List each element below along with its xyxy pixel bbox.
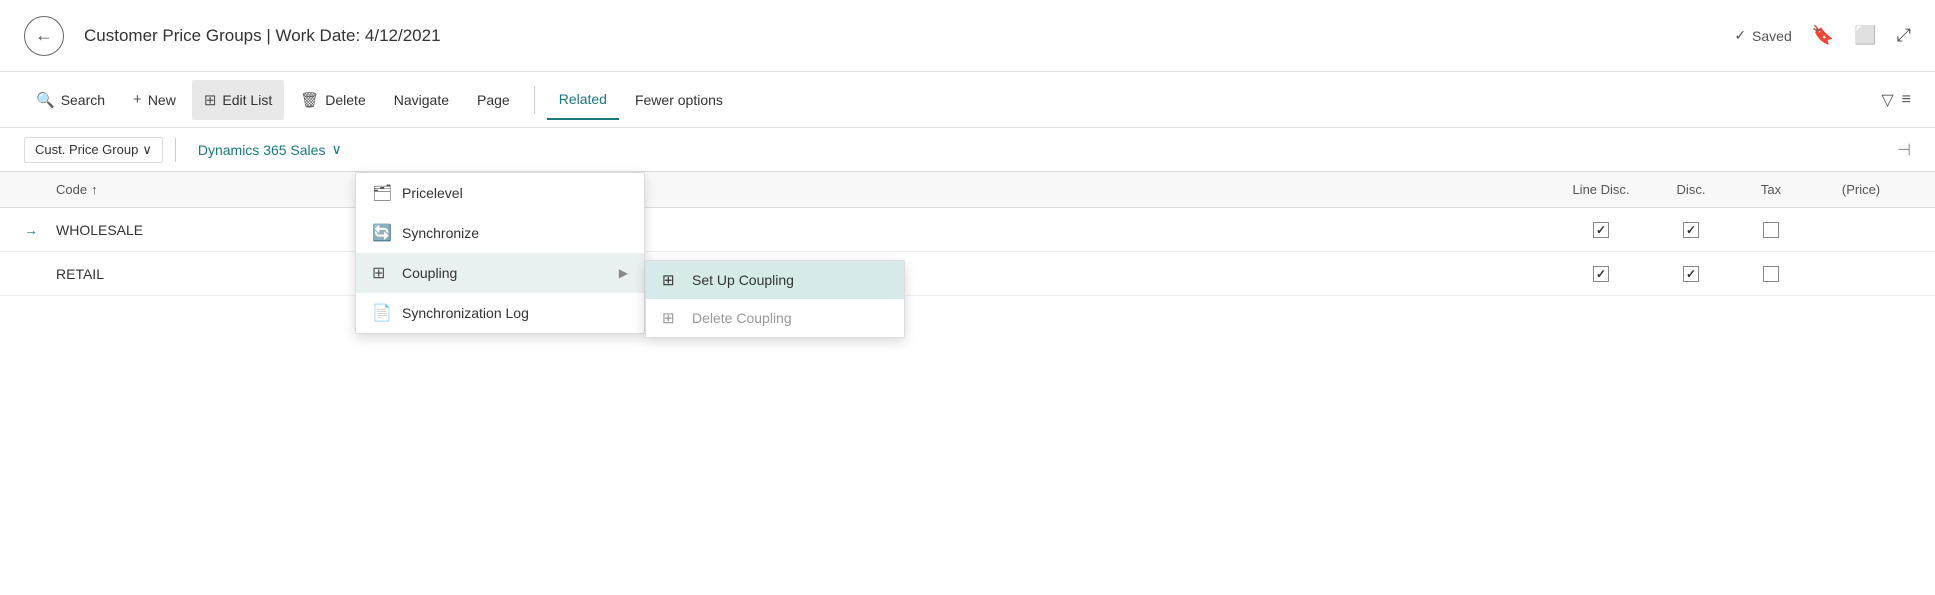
- row-code: WHOLESALE: [56, 222, 336, 238]
- pricelevel-icon: 🗂: [372, 183, 392, 203]
- back-button[interactable]: ←: [24, 16, 64, 56]
- th-code: Code ↑: [56, 182, 336, 197]
- trash-icon: 🗑: [300, 91, 319, 109]
- synchronize-label: Synchronize: [402, 225, 479, 241]
- saved-indicator: ✓ Saved: [1734, 27, 1791, 44]
- chevron-down-icon: ∨: [142, 142, 152, 158]
- th-line-disc: Line Disc.: [1551, 182, 1651, 197]
- dropdown-item-sync-log[interactable]: 📄 Synchronization Log: [356, 293, 644, 333]
- back-icon: ←: [35, 25, 53, 46]
- header-bar: ← Customer Price Groups | Work Date: 4/1…: [0, 0, 1935, 72]
- synchronize-icon: 🔄: [372, 223, 392, 243]
- dropdown-item-pricelevel[interactable]: 🗂 Pricelevel: [356, 173, 644, 213]
- cust-price-group-label: Cust. Price Group: [35, 142, 138, 157]
- check-icon: ✓: [1734, 27, 1746, 44]
- set-up-coupling-label: Set Up Coupling: [692, 272, 794, 288]
- th-tax: Tax: [1731, 182, 1811, 197]
- share-button[interactable]: ⬜: [1854, 25, 1876, 46]
- th-disc: Disc.: [1651, 182, 1731, 197]
- coupling-submenu: ⊞ Set Up Coupling ⊞ Delete Coupling: [645, 260, 905, 338]
- col-group-separator: [175, 138, 176, 162]
- coupling-submenu-chevron: ▶: [619, 266, 628, 280]
- submenu-item-set-up-coupling[interactable]: ⊞ Set Up Coupling: [646, 261, 904, 299]
- row-line-disc-cb[interactable]: [1551, 222, 1651, 238]
- th-price: (Price): [1811, 182, 1911, 197]
- code-header-label: Code: [56, 182, 87, 197]
- new-label: New: [148, 92, 176, 108]
- disc-checkbox-2[interactable]: [1683, 266, 1699, 282]
- bookmark-button[interactable]: 🔖: [1812, 25, 1834, 46]
- dynamics-365-sales-dropdown[interactable]: Dynamics 365 Sales ∨: [188, 137, 352, 162]
- page-title: Customer Price Groups | Work Date: 4/12/…: [84, 26, 1734, 46]
- set-up-coupling-icon: ⊞: [662, 271, 682, 289]
- related-label: Related: [559, 91, 607, 107]
- toolbar: 🔍 Search + New ⊞ Edit List 🗑 Delete Navi…: [0, 72, 1935, 128]
- table-row[interactable]: RETAIL: [0, 252, 1935, 296]
- table-row[interactable]: → WHOLESALE: [0, 208, 1935, 252]
- edit-list-button[interactable]: ⊞ Edit List: [192, 80, 284, 120]
- delete-coupling-label: Delete Coupling: [692, 310, 792, 326]
- row-disc-cb-2[interactable]: [1651, 266, 1731, 282]
- content-area: Cust. Price Group ∨ Dynamics 365 Sales ∨…: [0, 128, 1935, 595]
- sync-log-icon: 📄: [372, 303, 392, 323]
- dropdown-item-coupling[interactable]: ⊞ Coupling ▶: [356, 253, 644, 293]
- table-header: Code ↑ Line Disc. Disc. Tax (Price): [0, 172, 1935, 208]
- delete-coupling-icon: ⊞: [662, 309, 682, 327]
- dynamics-dropdown-menu: 🗂 Pricelevel 🔄 Synchronize ⊞ Coupling ▶ …: [355, 172, 645, 334]
- related-button[interactable]: Related: [547, 80, 619, 120]
- plus-icon: +: [133, 91, 142, 108]
- edit-list-icon: ⊞: [204, 91, 217, 109]
- pricelevel-label: Pricelevel: [402, 185, 463, 201]
- row-tax-cb[interactable]: [1731, 222, 1811, 238]
- row-line-disc-cb-2[interactable]: [1551, 266, 1651, 282]
- sort-asc-icon[interactable]: ↑: [91, 182, 98, 197]
- row-disc-cb[interactable]: [1651, 222, 1731, 238]
- navigate-label: Navigate: [394, 92, 449, 108]
- page-label: Page: [477, 92, 510, 108]
- expand-button[interactable]: ⤢: [1897, 25, 1911, 46]
- row-code-2: RETAIL: [56, 266, 336, 282]
- dropdown-item-synchronize[interactable]: 🔄 Synchronize: [356, 213, 644, 253]
- coupling-icon: ⊞: [372, 263, 392, 283]
- cust-price-group-dropdown[interactable]: Cust. Price Group ∨: [24, 137, 163, 163]
- column-headers-row: Cust. Price Group ∨ Dynamics 365 Sales ∨…: [0, 128, 1935, 172]
- toolbar-right: ▽ ≡: [1881, 90, 1911, 110]
- search-label: Search: [61, 92, 105, 108]
- sync-log-label: Synchronization Log: [402, 305, 529, 321]
- dynamics-label: Dynamics 365 Sales: [198, 142, 326, 158]
- toolbar-divider: [534, 86, 535, 114]
- line-disc-checkbox-1[interactable]: [1593, 222, 1609, 238]
- search-button[interactable]: 🔍 Search: [24, 80, 117, 120]
- dropdown-container: 🗂 Pricelevel 🔄 Synchronize ⊞ Coupling ▶ …: [355, 172, 645, 334]
- filter-icon[interactable]: ▽: [1881, 90, 1893, 110]
- delete-label: Delete: [325, 92, 365, 108]
- dynamics-chevron-icon: ∨: [331, 141, 341, 158]
- new-button[interactable]: + New: [121, 80, 188, 120]
- tax-checkbox-1[interactable]: [1763, 222, 1779, 238]
- fewer-options-button[interactable]: Fewer options: [623, 80, 735, 120]
- disc-checkbox-1[interactable]: [1683, 222, 1699, 238]
- list-view-icon[interactable]: ≡: [1902, 91, 1911, 109]
- page-button[interactable]: Page: [465, 80, 522, 120]
- line-disc-checkbox-2[interactable]: [1593, 266, 1609, 282]
- pin-icon[interactable]: ⊣: [1897, 140, 1911, 160]
- navigate-button[interactable]: Navigate: [382, 80, 461, 120]
- delete-button[interactable]: 🗑 Delete: [288, 80, 378, 120]
- saved-label: Saved: [1752, 28, 1792, 44]
- tax-checkbox-2[interactable]: [1763, 266, 1779, 282]
- submenu-item-delete-coupling[interactable]: ⊞ Delete Coupling: [646, 299, 904, 337]
- header-actions: ✓ Saved 🔖 ⬜ ⤢: [1734, 25, 1911, 46]
- row-arrow: →: [24, 222, 56, 238]
- search-icon: 🔍: [36, 91, 55, 109]
- row-tax-cb-2[interactable]: [1731, 266, 1811, 282]
- edit-list-label: Edit List: [222, 92, 272, 108]
- coupling-label: Coupling: [402, 265, 457, 281]
- fewer-options-label: Fewer options: [635, 92, 723, 108]
